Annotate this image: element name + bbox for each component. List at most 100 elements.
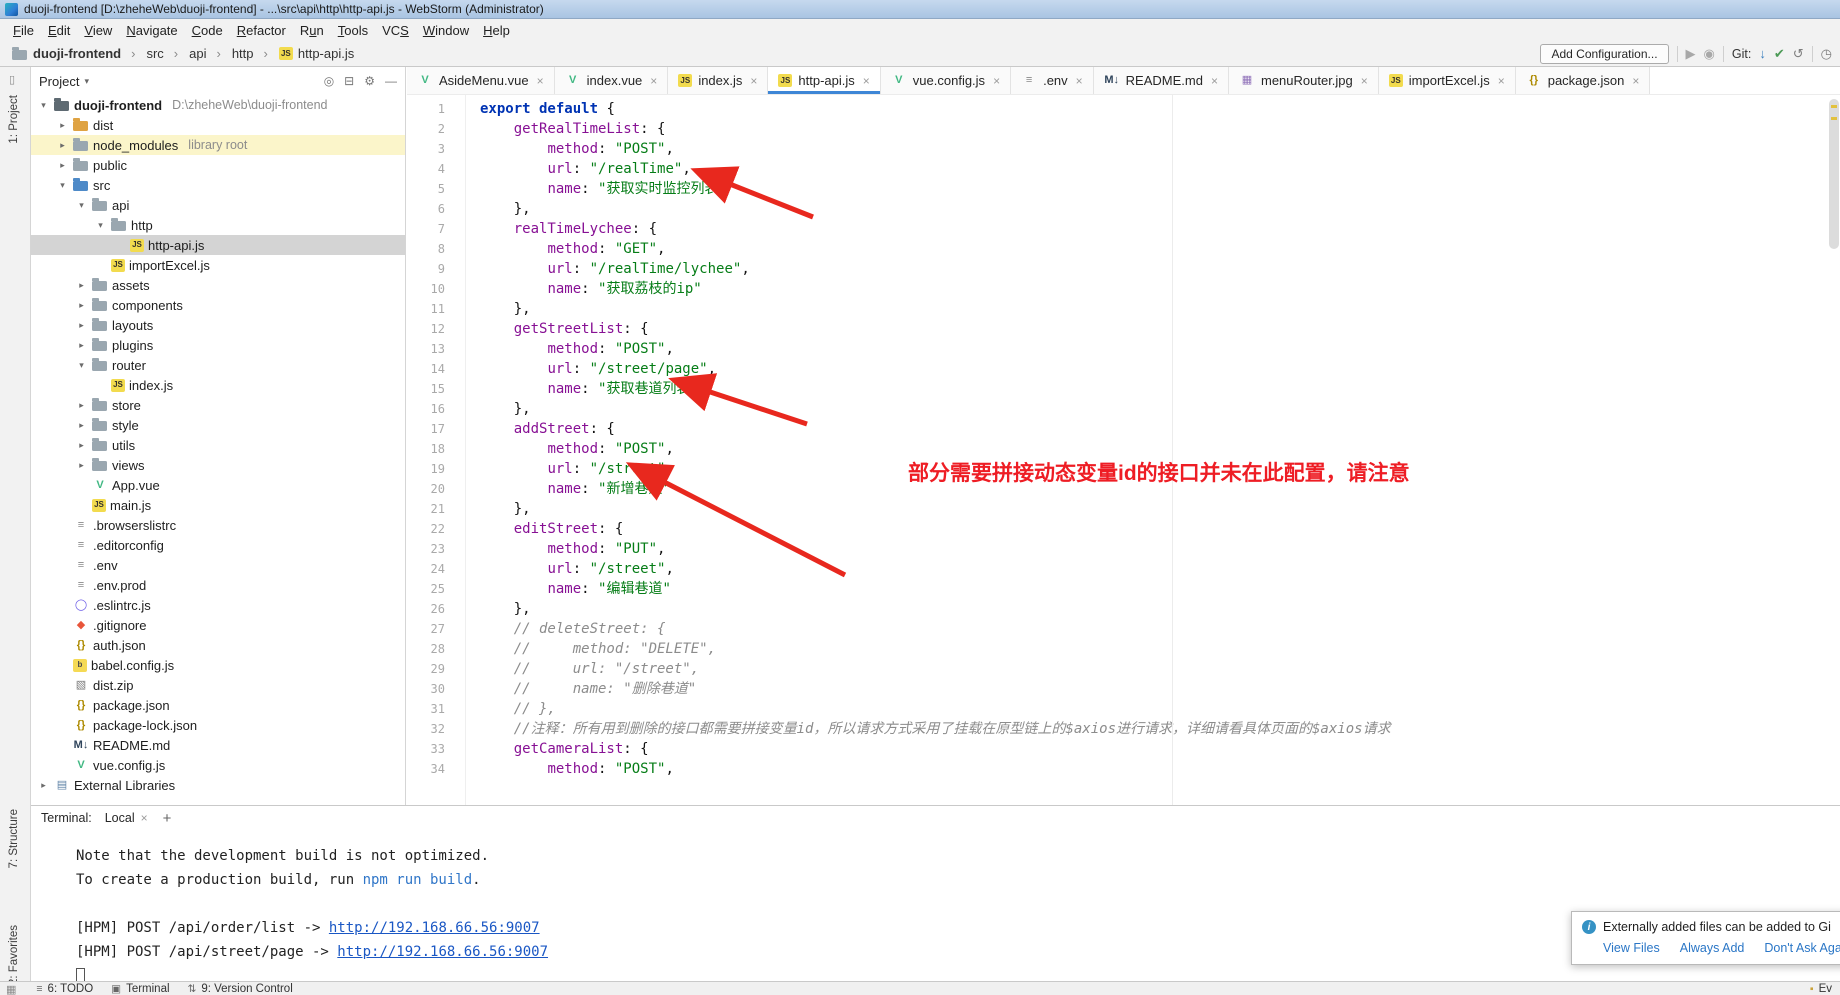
code-text[interactable]: url: "/street/page",: [445, 359, 716, 379]
tree-item-main-js[interactable]: JSmain.js: [31, 495, 405, 515]
statusbar-item-9-version-control[interactable]: ⇅9: Version Control: [188, 983, 293, 995]
line-number[interactable]: 8: [407, 239, 445, 259]
line-number[interactable]: 21: [407, 499, 445, 519]
tree-item-style[interactable]: ▸style: [31, 415, 405, 435]
line-number[interactable]: 16: [407, 399, 445, 419]
line-number[interactable]: 28: [407, 639, 445, 659]
inspection-mark[interactable]: [1831, 117, 1837, 120]
tree-item-http[interactable]: ▾http: [31, 215, 405, 235]
tree-item-src[interactable]: ▾src: [31, 175, 405, 195]
tree-item-layouts[interactable]: ▸layouts: [31, 315, 405, 335]
code-text[interactable]: //注释：所有用到删除的接口都需要拼接变量id，所以请求方式采用了挂载在原型链上…: [445, 719, 1391, 739]
add-configuration-button[interactable]: Add Configuration...: [1540, 44, 1668, 64]
statusbar-item-6-todo[interactable]: ≡6: TODO: [36, 983, 93, 995]
code-text[interactable]: // deleteStreet: {: [445, 619, 665, 639]
chevron-right-icon[interactable]: ▸: [56, 140, 69, 151]
history-icon[interactable]: ↺: [1793, 47, 1804, 60]
code-text[interactable]: addStreet: {: [445, 419, 615, 439]
code-text[interactable]: },: [445, 299, 531, 319]
tab-http-api-js[interactable]: JShttp-api.js×: [768, 67, 880, 94]
tab-menurouter-jpg[interactable]: ▦menuRouter.jpg×: [1229, 67, 1379, 94]
code-text[interactable]: getCameraList: {: [445, 739, 649, 759]
line-number[interactable]: 20: [407, 479, 445, 499]
code-text[interactable]: name: "获取荔枝的ip": [445, 279, 702, 299]
tree-item-components[interactable]: ▸components: [31, 295, 405, 315]
tab-importexcel-js[interactable]: JSimportExcel.js×: [1379, 67, 1516, 94]
line-number[interactable]: 3: [407, 139, 445, 159]
code-text[interactable]: // method: "DELETE",: [445, 639, 716, 659]
code-text[interactable]: name: "编辑巷道": [445, 579, 671, 599]
close-icon[interactable]: ×: [1632, 74, 1639, 88]
statusbar-item-terminal[interactable]: ▣Terminal: [111, 983, 169, 995]
tree-item-vue-config-js[interactable]: Vvue.config.js: [31, 755, 405, 775]
terminal-link[interactable]: http://192.168.66.56:9007: [329, 920, 540, 936]
line-number[interactable]: 24: [407, 559, 445, 579]
menu-item-tools[interactable]: Tools: [331, 22, 375, 39]
menu-item-edit[interactable]: Edit: [41, 22, 77, 39]
line-number[interactable]: 13: [407, 339, 445, 359]
breadcrumb-item-src[interactable]: src: [127, 46, 168, 61]
close-icon[interactable]: ×: [1076, 74, 1083, 88]
tree-item-package-json[interactable]: {}package.json: [31, 695, 405, 715]
tree-item-babel-config-js[interactable]: bbabel.config.js: [31, 655, 405, 675]
menu-item-view[interactable]: View: [77, 22, 119, 39]
tab-asidemenu-vue[interactable]: VAsideMenu.vue×: [407, 67, 555, 94]
tab-index-vue[interactable]: Vindex.vue×: [555, 67, 669, 94]
line-number[interactable]: 26: [407, 599, 445, 619]
tree-item-gitignore[interactable]: ◆.gitignore: [31, 615, 405, 635]
line-number[interactable]: 10: [407, 279, 445, 299]
line-number[interactable]: 30: [407, 679, 445, 699]
code-editor[interactable]: 1export default {2 getRealTimeList: {3 m…: [407, 95, 1840, 805]
chevron-right-icon[interactable]: ▸: [75, 400, 88, 411]
line-number[interactable]: 34: [407, 759, 445, 779]
chevron-right-icon[interactable]: ▸: [75, 340, 88, 351]
chevron-right-icon[interactable]: ▸: [37, 780, 50, 791]
notification-action-don-t-ask-agai[interactable]: Don't Ask Agai: [1764, 941, 1840, 955]
tree-item-auth-json[interactable]: {}auth.json: [31, 635, 405, 655]
event-log-button[interactable]: ▪Ev: [1810, 983, 1832, 995]
tool-button-structure[interactable]: 7: Structure: [8, 809, 20, 868]
chevron-right-icon[interactable]: ▸: [75, 420, 88, 431]
tree-item-router[interactable]: ▾router: [31, 355, 405, 375]
tab-index-js[interactable]: JSindex.js×: [668, 67, 768, 94]
line-number[interactable]: 15: [407, 379, 445, 399]
code-text[interactable]: // name: "删除巷道": [445, 679, 696, 699]
code-text[interactable]: url: "/street",: [445, 559, 674, 579]
close-icon[interactable]: ×: [993, 74, 1000, 88]
tab-package-json[interactable]: {}package.json×: [1516, 67, 1651, 94]
menu-item-window[interactable]: Window: [416, 22, 476, 39]
code-text[interactable]: method: "POST",: [445, 439, 674, 459]
tree-item-env[interactable]: ≡.env: [31, 555, 405, 575]
menu-item-navigate[interactable]: Navigate: [119, 22, 184, 39]
line-number[interactable]: 31: [407, 699, 445, 719]
close-icon[interactable]: ×: [1361, 74, 1368, 88]
chevron-right-icon[interactable]: ▸: [75, 320, 88, 331]
line-number[interactable]: 33: [407, 739, 445, 759]
chevron-down-icon[interactable]: ▾: [37, 100, 50, 111]
tree-item-dist-zip[interactable]: ▧dist.zip: [31, 675, 405, 695]
code-text[interactable]: url: "/realTime",: [445, 159, 691, 179]
line-number[interactable]: 5: [407, 179, 445, 199]
line-number[interactable]: 22: [407, 519, 445, 539]
chevron-right-icon[interactable]: ▸: [75, 440, 88, 451]
menu-item-vcs[interactable]: VCS: [375, 22, 416, 39]
tree-item-readme-md[interactable]: M↓README.md: [31, 735, 405, 755]
menu-item-code[interactable]: Code: [185, 22, 230, 39]
close-icon[interactable]: ×: [650, 74, 657, 88]
code-text[interactable]: export default {: [445, 99, 615, 119]
tree-item-dist[interactable]: ▸dist: [31, 115, 405, 135]
line-number[interactable]: 18: [407, 439, 445, 459]
tool-button-project[interactable]: 1: Project: [8, 95, 20, 144]
line-number[interactable]: 2: [407, 119, 445, 139]
close-icon[interactable]: ×: [1211, 74, 1218, 88]
terminal-tab-local[interactable]: Local ×: [98, 810, 155, 826]
breadcrumb-item-duoji-frontend[interactable]: duoji-frontend: [8, 46, 125, 61]
chevron-right-icon[interactable]: ▸: [75, 460, 88, 471]
menu-item-file[interactable]: File: [6, 22, 41, 39]
tree-item-editorconfig[interactable]: ≡.editorconfig: [31, 535, 405, 555]
line-number[interactable]: 27: [407, 619, 445, 639]
code-text[interactable]: realTimeLychee: {: [445, 219, 657, 239]
line-number[interactable]: 1: [407, 99, 445, 119]
tab-vue-config-js[interactable]: Vvue.config.js×: [881, 67, 1011, 94]
chevron-right-icon[interactable]: ▸: [75, 300, 88, 311]
